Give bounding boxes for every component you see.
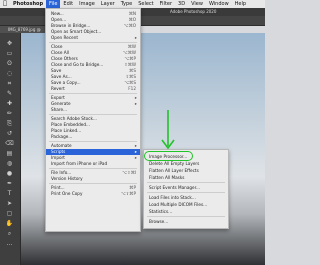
history-brush-icon[interactable]: ↺ bbox=[4, 129, 15, 138]
menubar-help[interactable]: Help bbox=[232, 0, 249, 8]
menu-separator bbox=[49, 42, 137, 43]
menu-separator bbox=[147, 182, 225, 183]
crop-icon[interactable]: ⌗ bbox=[4, 79, 15, 88]
menu-separator bbox=[147, 216, 225, 217]
menubar-view[interactable]: View bbox=[188, 0, 206, 8]
menu-item-label: Scripts bbox=[51, 149, 66, 154]
submenu-item-load-multiple-dicom-files[interactable]: Load Multiple DICOM Files... bbox=[144, 201, 228, 208]
submenu-item-delete-all-empty-layers[interactable]: Delete All Empty Layers bbox=[144, 160, 228, 167]
submenu-item-script-events-manager[interactable]: Script Events Manager... bbox=[144, 184, 228, 191]
clone-stamp-icon[interactable]: ⎘ bbox=[4, 119, 15, 128]
more-icon[interactable]: … bbox=[4, 239, 15, 248]
menu-item-label: Close All bbox=[51, 50, 69, 55]
menu-separator bbox=[49, 141, 137, 142]
blur-icon[interactable]: ◍ bbox=[4, 159, 15, 168]
menu-item-label: New... bbox=[51, 11, 64, 16]
menubar-edit[interactable]: Edit bbox=[60, 0, 76, 8]
shape-icon[interactable]: ▢ bbox=[4, 209, 15, 218]
menubar-3d[interactable]: 3D bbox=[175, 0, 188, 8]
menu-separator bbox=[49, 183, 137, 184]
brush-icon[interactable]: ✏ bbox=[4, 109, 15, 118]
window-title: Adobe Photoshop 2020 bbox=[170, 9, 217, 14]
tools-panel: ✥ ▭ ʘ ◌ ⌗ ✎ ✚ ✏ ⎘ ↺ ⌫ ▤ ◍ ● ✒ T ➤ ▢ ✋ ⌕… bbox=[0, 33, 21, 265]
menu-item-shortcut: ⌥⇧⌘P bbox=[120, 191, 136, 196]
lasso-icon[interactable]: ʘ bbox=[4, 59, 15, 68]
image-processor-highlight bbox=[144, 151, 193, 161]
menubar-image[interactable]: Image bbox=[76, 0, 98, 8]
menu-item-open-recent[interactable]: Open Recent ▸ bbox=[46, 35, 140, 41]
menu-item-label: Generate bbox=[51, 101, 71, 106]
menubar-photoshop[interactable]: Photoshop bbox=[10, 0, 46, 8]
menu-item-label: Save a Copy... bbox=[51, 80, 81, 85]
menu-item-label: Browse in Bridge... bbox=[51, 23, 91, 28]
menu-item-package[interactable]: Package... bbox=[46, 134, 140, 140]
submenu-item-flatten-all-layer-effects[interactable]: Flatten All Layer Effects bbox=[144, 167, 228, 174]
gradient-icon[interactable]: ▤ bbox=[4, 149, 15, 158]
submenu-item-browse[interactable]: Browse... bbox=[144, 218, 228, 225]
menu-item-label: Search Adobe Stock... bbox=[51, 116, 97, 121]
pen-icon[interactable]: ✒ bbox=[4, 179, 15, 188]
menu-item-version-history[interactable]: Version History bbox=[46, 176, 140, 182]
healing-icon[interactable]: ✚ bbox=[4, 99, 15, 108]
menu-item-label: Close Others bbox=[51, 56, 78, 61]
menu-separator bbox=[49, 168, 137, 169]
menu-item-shortcut: F12 bbox=[128, 86, 136, 91]
menu-separator bbox=[49, 93, 137, 94]
quick-select-icon[interactable]: ◌ bbox=[4, 69, 15, 78]
menu-item-label: Automate bbox=[51, 143, 72, 148]
dodge-icon[interactable]: ● bbox=[4, 169, 15, 178]
submenu-item-flatten-all-masks[interactable]: Flatten All Masks bbox=[144, 174, 228, 181]
menu-item-label: Print One Copy bbox=[51, 191, 83, 196]
menu-item-label: Close bbox=[51, 44, 63, 49]
menu-item-label: File Info... bbox=[51, 170, 72, 175]
menu-item-label: Import from iPhone or iPad bbox=[51, 161, 108, 166]
menu-item-label: Place Embedded... bbox=[51, 122, 90, 127]
menubar-filter[interactable]: Filter bbox=[157, 0, 175, 8]
eraser-icon[interactable]: ⌫ bbox=[4, 139, 15, 148]
menu-item-label: Export bbox=[51, 95, 65, 100]
type-icon[interactable]: T bbox=[4, 189, 15, 198]
menu-item-label: Version History bbox=[51, 176, 83, 181]
menu-item-label: Close and Go to Bridge... bbox=[51, 62, 104, 67]
path-select-icon[interactable]: ➤ bbox=[4, 199, 15, 208]
document-tab[interactable]: IMG_8769.jpg @ 1... bbox=[0, 26, 46, 39]
submenu-item-statistics[interactable]: Statistics... bbox=[144, 208, 228, 215]
menu-item-label: Share... bbox=[51, 107, 68, 112]
menubar-file[interactable]: File bbox=[46, 0, 61, 8]
menu-item-label: Package... bbox=[51, 134, 73, 139]
menu-item-label: Import bbox=[51, 155, 65, 160]
menu-item-label: Revert bbox=[51, 86, 65, 91]
apple-icon[interactable]:  bbox=[0, 0, 10, 8]
menubar-window[interactable]: Window bbox=[206, 0, 232, 8]
zoom-icon[interactable]: ⌕ bbox=[4, 229, 15, 238]
menu-item-label: Open as Smart Object... bbox=[51, 29, 102, 34]
submenu-item-load-files-into-stack[interactable]: Load Files into Stack... bbox=[144, 194, 228, 201]
menu-item-share[interactable]: Share... bbox=[46, 107, 140, 113]
menu-item-revert[interactable]: Revert F12 bbox=[46, 86, 140, 92]
mac-menubar:  PhotoshopFileEditImageLayerTypeSelectF… bbox=[0, 0, 265, 8]
menu-item-label: Place Linked... bbox=[51, 128, 82, 133]
menu-item-label: Open... bbox=[51, 17, 67, 22]
menu-item-label: Open Recent bbox=[51, 35, 78, 40]
menubar-type[interactable]: Type bbox=[118, 0, 135, 8]
scripts-submenu: Image Processor... Delete All Empty Layer… bbox=[143, 149, 229, 229]
menubar-layer[interactable]: Layer bbox=[98, 0, 118, 8]
menu-separator bbox=[147, 192, 225, 193]
marquee-icon[interactable]: ▭ bbox=[4, 49, 15, 58]
menu-item-label: Save bbox=[51, 68, 62, 73]
menu-item-label: Save As... bbox=[51, 74, 72, 79]
menu-item-import-from-iphone-or-ipad[interactable]: Import from iPhone or iPad bbox=[46, 161, 140, 167]
chevron-right-icon: ▸ bbox=[134, 35, 137, 40]
menu-item-print-one-copy[interactable]: Print One Copy ⌥⇧⌘P bbox=[46, 191, 140, 197]
eyedropper-icon[interactable]: ✎ bbox=[4, 89, 15, 98]
move-icon[interactable]: ✥ bbox=[4, 39, 15, 48]
annotation-arrow-icon bbox=[161, 110, 175, 150]
menu-item-label: Print... bbox=[51, 185, 65, 190]
menu-separator bbox=[49, 114, 137, 115]
file-menu: New... ⌘N Open... ⌘O Browse in Bridge... ⌥⌘O O… bbox=[45, 8, 141, 232]
menubar-select[interactable]: Select bbox=[135, 0, 156, 8]
hand-icon[interactable]: ✋ bbox=[4, 219, 15, 228]
